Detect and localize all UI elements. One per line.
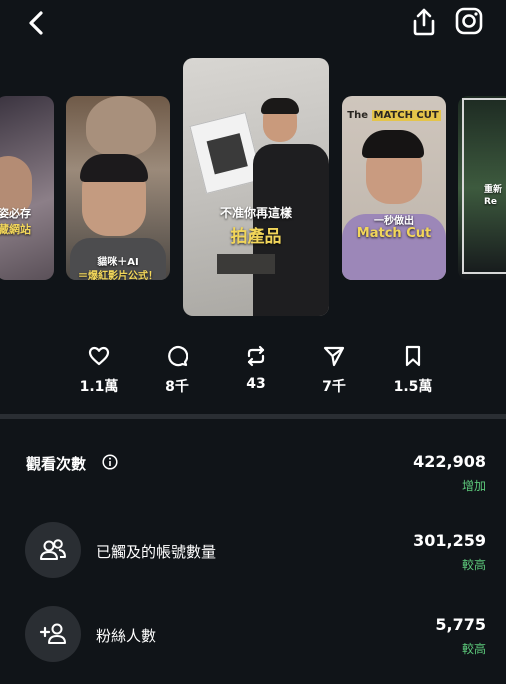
- saves-stat[interactable]: 1.5萬: [378, 344, 448, 396]
- views-metric: 觀看次數 422,908 增加: [0, 450, 506, 500]
- caption-line: 重新: [484, 185, 503, 195]
- title-prefix: The: [347, 110, 372, 121]
- comments-stat[interactable]: 8千: [142, 344, 212, 396]
- hair-shape: [362, 130, 424, 158]
- hair-shape: [261, 98, 299, 114]
- instagram-icon: [455, 7, 483, 35]
- reel-thumbnail[interactable]: 重新 Re: [458, 96, 506, 280]
- caption-line: 貓咪＋AI: [97, 257, 139, 268]
- likes-count: 1.1萬: [79, 379, 119, 395]
- share-button[interactable]: [408, 6, 440, 38]
- views-change: 增加: [461, 479, 486, 493]
- reel-caption: 姿必存 藏網站: [0, 206, 54, 238]
- people-icon: [40, 539, 66, 560]
- engagement-bar: 1.1萬 8千 43 7千 1.5萬: [0, 344, 506, 404]
- comment-icon: [168, 346, 188, 367]
- views-label: 觀看次數: [26, 455, 87, 473]
- chevron-left-icon: [29, 11, 43, 35]
- likes-stat[interactable]: 1.1萬: [64, 344, 134, 396]
- accounts-reached-label: 已觸及的帳號數量: [96, 543, 217, 561]
- followers-change: 較高: [461, 642, 486, 656]
- send-icon: [323, 346, 345, 367]
- reel-thumbnail[interactable]: 貓咪＋AI ＝爆紅影片公式！: [66, 96, 170, 280]
- reel-caption-main: Match Cut: [356, 226, 432, 241]
- reposts-count: 43: [246, 376, 266, 392]
- repost-icon: [247, 345, 265, 367]
- reel-caption: 貓咪＋AI ＝爆紅影片公式！: [66, 256, 170, 280]
- product-book-image: [189, 112, 263, 194]
- top-bar: [0, 0, 506, 50]
- reel-caption-main: 拍產品: [230, 227, 282, 247]
- info-icon[interactable]: [102, 454, 118, 470]
- add-user-icon-circle: [25, 606, 81, 662]
- section-divider: [0, 414, 506, 419]
- reel-thumbnail[interactable]: The MATCH CUT 一秒做出 Match Cut: [342, 96, 446, 280]
- comments-count: 8千: [165, 379, 189, 395]
- reel-carousel[interactable]: 姿必存 藏網站 貓咪＋AI ＝爆紅影片公式！ 不准你再這樣 拍產品 The MA…: [0, 56, 506, 320]
- reel-caption-top: 不准你再這樣: [219, 206, 292, 220]
- reel-caption: 重新 Re: [484, 184, 506, 208]
- title-highlight: MATCH CUT: [371, 110, 441, 121]
- add-user-icon: [39, 623, 66, 644]
- heart-icon: [88, 346, 110, 366]
- product-box-image: [217, 254, 275, 274]
- reposts-stat[interactable]: 43: [221, 344, 291, 392]
- accounts-reached-change: 較高: [461, 558, 486, 572]
- reel-thumbnail-selected[interactable]: 不准你再這樣 拍產品: [183, 58, 329, 316]
- reel-caption-top: 一秒做出: [374, 216, 414, 227]
- shares-count: 7千: [322, 379, 346, 395]
- share-icon: [413, 8, 435, 36]
- reel-title-text: The MATCH CUT: [342, 110, 446, 121]
- back-button[interactable]: [22, 8, 52, 38]
- reel-thumbnail[interactable]: 姿必存 藏網站: [0, 96, 54, 280]
- accounts-reached-metric: 已觸及的帳號數量 301,259 較高: [0, 522, 506, 580]
- cat-image: [86, 96, 156, 156]
- followers-metric: 粉絲人數 5,775 較高: [0, 606, 506, 664]
- caption-line: 藏網站: [0, 223, 31, 236]
- caption-line: ＝爆紅影片公式！: [78, 271, 158, 280]
- followers-label: 粉絲人數: [96, 627, 157, 645]
- saves-count: 1.5萬: [393, 379, 433, 395]
- accounts-reached-value: 301,259: [413, 531, 486, 550]
- caption-line: Re: [484, 197, 498, 207]
- followers-value: 5,775: [435, 615, 486, 634]
- bookmark-icon: [405, 345, 421, 367]
- shares-stat[interactable]: 7千: [299, 344, 369, 396]
- views-value: 422,908: [413, 452, 486, 471]
- people-icon-circle: [25, 522, 81, 578]
- instagram-button[interactable]: [454, 6, 484, 36]
- caption-line: 姿必存: [0, 207, 31, 220]
- hair-shape: [80, 154, 148, 182]
